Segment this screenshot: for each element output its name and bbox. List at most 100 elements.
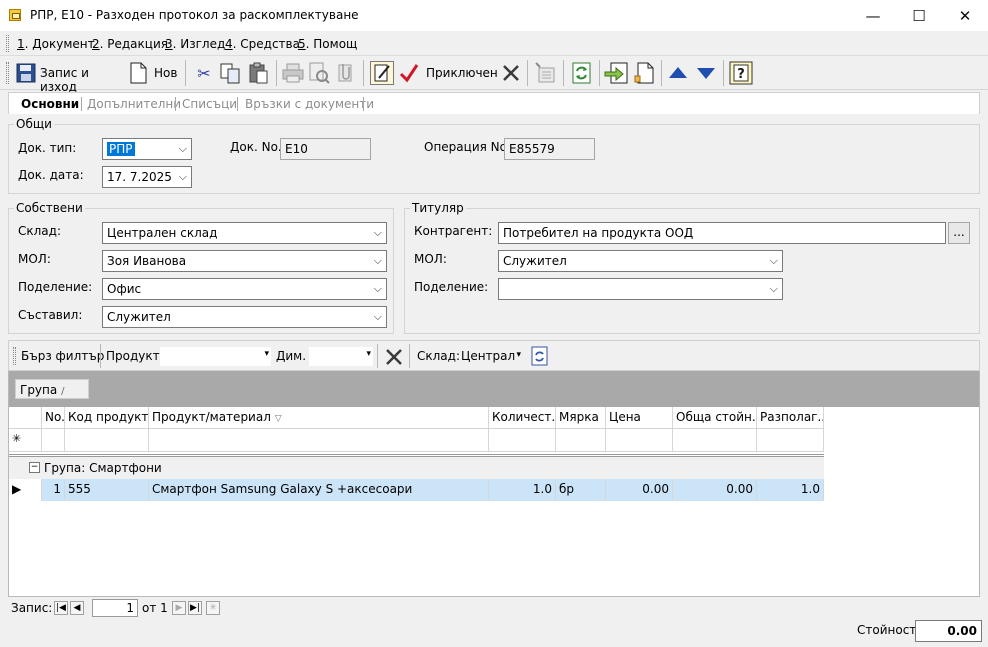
composer-select[interactable]: Служител ⌵: [102, 306, 387, 328]
col-header-product[interactable]: Продукт/материал ▽: [149, 407, 489, 429]
new-row-cell[interactable]: [149, 429, 489, 451]
copy-icon[interactable]: [220, 63, 242, 85]
help-icon[interactable]: ?: [729, 61, 753, 85]
partner-value: Потребител на продукта ООД: [503, 226, 694, 240]
cancel-x-icon[interactable]: [501, 63, 521, 83]
col-header-price[interactable]: Цена: [606, 407, 673, 429]
holder-mol-select[interactable]: Служител ⌵: [498, 250, 783, 272]
edit-document-icon[interactable]: [370, 61, 394, 85]
menu-document[interactable]: 1. Документ: [17, 37, 95, 51]
collapse-icon[interactable]: −: [29, 462, 40, 473]
record-number-input[interactable]: 1: [92, 599, 138, 617]
menu-help[interactable]: 5. Помощ: [298, 37, 357, 51]
new-row-cell[interactable]: [673, 429, 757, 451]
cell-quantity[interactable]: 1.0: [489, 479, 556, 501]
maximize-button[interactable]: ☐: [896, 0, 942, 31]
tab-main[interactable]: Основни: [21, 97, 79, 111]
dropdown-arrow-icon: ▾: [366, 349, 371, 359]
menu-tools[interactable]: 4. Средства: [225, 37, 300, 51]
cell-price[interactable]: 0.00: [606, 479, 673, 501]
toolbar-separator: [185, 60, 186, 86]
product-filter-label: Продукт:: [106, 349, 164, 363]
print-preview-icon[interactable]: [308, 62, 330, 84]
doc-no-label: Док. No.: [230, 140, 282, 154]
col-header-code[interactable]: Код продукт...: [65, 407, 149, 429]
cut-icon[interactable]: ✂: [192, 61, 216, 85]
minimize-button[interactable]: —: [850, 0, 896, 31]
tab-lists[interactable]: Списъци: [182, 97, 237, 111]
doc-date-picker[interactable]: 17. 7.2025 ⌵: [102, 166, 192, 188]
doc-type-label: Док. тип:: [18, 141, 77, 155]
total-value-field: 0.00: [915, 620, 982, 642]
tab-separator: [175, 97, 176, 111]
attach-icon[interactable]: [335, 62, 357, 84]
menu-edit-label: . Редакция: [99, 37, 168, 51]
warehouse-filter-select[interactable]: Централ ▾: [459, 347, 523, 366]
warehouse-filter-value: Централ: [461, 349, 516, 363]
cell-total[interactable]: 0.00: [673, 479, 757, 501]
current-row-icon: ▶: [9, 479, 42, 501]
new-row-cell[interactable]: [65, 429, 149, 451]
cell-code[interactable]: 555: [65, 479, 149, 501]
print-icon[interactable]: [282, 63, 304, 83]
dim-filter-input[interactable]: ▾: [309, 347, 373, 366]
new-row-cell[interactable]: [606, 429, 673, 451]
cell-available[interactable]: 1.0: [757, 479, 824, 501]
tab-additional[interactable]: Допълнителни: [87, 97, 181, 111]
blank-document-icon[interactable]: [634, 62, 656, 84]
list-settings-icon[interactable]: [534, 62, 558, 84]
new-button[interactable]: Нов: [127, 61, 179, 85]
finished-button[interactable]: Приключен: [398, 61, 498, 85]
new-row-cell[interactable]: [556, 429, 606, 451]
menu-edit[interactable]: 2. Редакция: [92, 37, 168, 51]
partner-field[interactable]: Потребител на продукта ООД: [498, 222, 946, 244]
col-header-total[interactable]: Обща стойн...: [673, 407, 757, 429]
header-indicator: [9, 407, 42, 429]
save-exit-button[interactable]: Запис и изход: [14, 61, 124, 94]
cell-unit[interactable]: бр: [556, 479, 606, 501]
partner-browse-button[interactable]: ...: [948, 222, 970, 244]
last-record-icon[interactable]: ▶|: [188, 601, 202, 615]
mol-select[interactable]: Зоя Иванова ⌵: [102, 250, 387, 272]
next-record-icon[interactable]: ▶: [172, 601, 186, 615]
menu-view[interactable]: 3. Изглед: [165, 37, 225, 51]
tab-document-links[interactable]: Връзки с документи: [245, 97, 374, 111]
division-select[interactable]: Офис ⌵: [102, 278, 387, 300]
quick-filter-label: Бърз филтър: [21, 349, 105, 363]
warehouse-select[interactable]: Централен склад ⌵: [102, 222, 387, 244]
move-up-icon[interactable]: [667, 65, 689, 81]
new-row[interactable]: ✳: [9, 429, 824, 452]
new-record-icon[interactable]: ✳: [206, 601, 220, 615]
clear-filter-icon[interactable]: [384, 347, 404, 367]
group-by-panel: Група /: [9, 371, 979, 407]
paste-icon[interactable]: [248, 62, 270, 84]
doc-type-select[interactable]: РПР ⌵: [102, 138, 192, 160]
group-row[interactable]: − Група: Смартфони: [9, 457, 824, 479]
col-header-quantity[interactable]: Количест...: [489, 407, 556, 429]
new-row-cell[interactable]: [757, 429, 824, 451]
col-header-available[interactable]: Разполаг...: [757, 407, 824, 429]
col-header-no[interactable]: No.: [42, 407, 65, 429]
refresh-icon[interactable]: [570, 61, 594, 85]
toolbar-separator: [527, 60, 528, 86]
table-row[interactable]: ▶ 1 555 Смартфон Samsung Galaxy S +аксес…: [9, 479, 824, 502]
cell-no[interactable]: 1: [42, 479, 65, 501]
holder-division-select[interactable]: ⌵: [498, 278, 783, 300]
close-button[interactable]: ✕: [942, 0, 988, 31]
refresh-filter-icon[interactable]: [531, 346, 549, 366]
prev-record-icon[interactable]: ◀: [70, 601, 84, 615]
group-by-chip[interactable]: Група /: [15, 379, 89, 399]
value-label: Стойност:: [857, 623, 921, 637]
menu-help-label: . Помощ: [305, 37, 358, 51]
move-down-icon[interactable]: [695, 65, 717, 81]
finished-label: Приключен: [426, 66, 498, 80]
new-row-cell[interactable]: [489, 429, 556, 451]
new-row-cell[interactable]: [42, 429, 65, 451]
cell-product[interactable]: Смартфон Samsung Galaxy S +аксесоари: [149, 479, 489, 501]
product-filter-input[interactable]: ▾: [160, 347, 271, 366]
chevron-down-icon: ⌵: [373, 226, 382, 239]
col-header-unit[interactable]: Мярка: [556, 407, 606, 429]
import-document-icon[interactable]: [604, 61, 630, 85]
first-record-icon[interactable]: |◀: [54, 601, 68, 615]
toolbar-separator: [723, 60, 724, 86]
